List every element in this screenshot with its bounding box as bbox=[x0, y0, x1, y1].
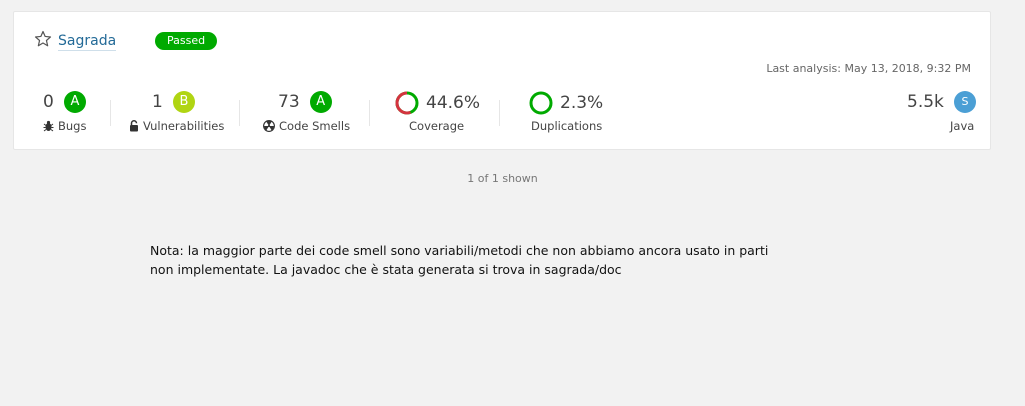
radioactive-icon bbox=[263, 120, 275, 132]
bugs-label: Bugs bbox=[58, 119, 87, 133]
language-label: Java bbox=[950, 119, 975, 133]
quality-gate-badge: Passed bbox=[155, 32, 218, 50]
coverage-ring-icon bbox=[395, 91, 419, 115]
note-line: non implementate. La javadoc che è stata… bbox=[150, 262, 622, 277]
note-line: Nota: la maggior parte dei code smell so… bbox=[150, 243, 769, 258]
vulnerabilities-label-row: Vulnerabilities bbox=[129, 119, 224, 133]
coverage-metric[interactable]: 44.6% Coverage bbox=[395, 91, 485, 139]
project-name-link[interactable]: Sagrada bbox=[58, 33, 117, 51]
divider bbox=[110, 100, 111, 126]
code-smells-rating: A bbox=[309, 91, 332, 113]
vulnerabilities-metric[interactable]: 1 B Vulnerabilities bbox=[130, 91, 242, 139]
bug-icon bbox=[43, 120, 54, 132]
divider bbox=[239, 100, 240, 126]
coverage-label: Coverage bbox=[409, 119, 465, 133]
duplications-label: Duplications bbox=[531, 119, 603, 133]
favorite-star-icon[interactable] bbox=[34, 30, 52, 48]
code-smells-value[interactable]: 73 bbox=[278, 92, 300, 112]
code-smells-label-row: Code Smells bbox=[263, 119, 350, 133]
code-smells-metric[interactable]: 73 A Code Smells bbox=[263, 91, 368, 139]
vulnerabilities-rating: B bbox=[172, 91, 195, 113]
lines-of-code-value[interactable]: 5.5k bbox=[907, 92, 944, 112]
duplications-metric[interactable]: 2.3% Duplications bbox=[529, 91, 619, 139]
vulnerabilities-label: Vulnerabilities bbox=[143, 119, 225, 133]
note-text: Nota: la maggior parte dei code smell so… bbox=[150, 241, 790, 279]
bugs-label-row: Bugs bbox=[43, 119, 86, 133]
duplications-ring-icon bbox=[529, 91, 553, 115]
code-smells-label: Code Smells bbox=[279, 119, 351, 133]
coverage-value[interactable]: 44.6% bbox=[426, 93, 480, 113]
divider bbox=[499, 100, 500, 126]
divider bbox=[369, 100, 370, 126]
last-analysis-date: Last analysis: May 13, 2018, 9:32 PM bbox=[766, 62, 971, 75]
bugs-metric[interactable]: 0 A Bugs bbox=[43, 91, 93, 139]
bugs-value[interactable]: 0 bbox=[43, 92, 54, 112]
vulnerabilities-value[interactable]: 1 bbox=[152, 92, 163, 112]
language-badge: S bbox=[953, 91, 976, 113]
size-metric[interactable]: 5.5k S Java bbox=[907, 91, 977, 139]
bugs-rating: A bbox=[63, 91, 86, 113]
lock-icon bbox=[130, 120, 138, 132]
project-card: Sagrada Passed Last analysis: May 13, 20… bbox=[13, 11, 991, 150]
duplications-value[interactable]: 2.3% bbox=[560, 93, 603, 113]
pagination-summary: 1 of 1 shown bbox=[467, 172, 538, 185]
